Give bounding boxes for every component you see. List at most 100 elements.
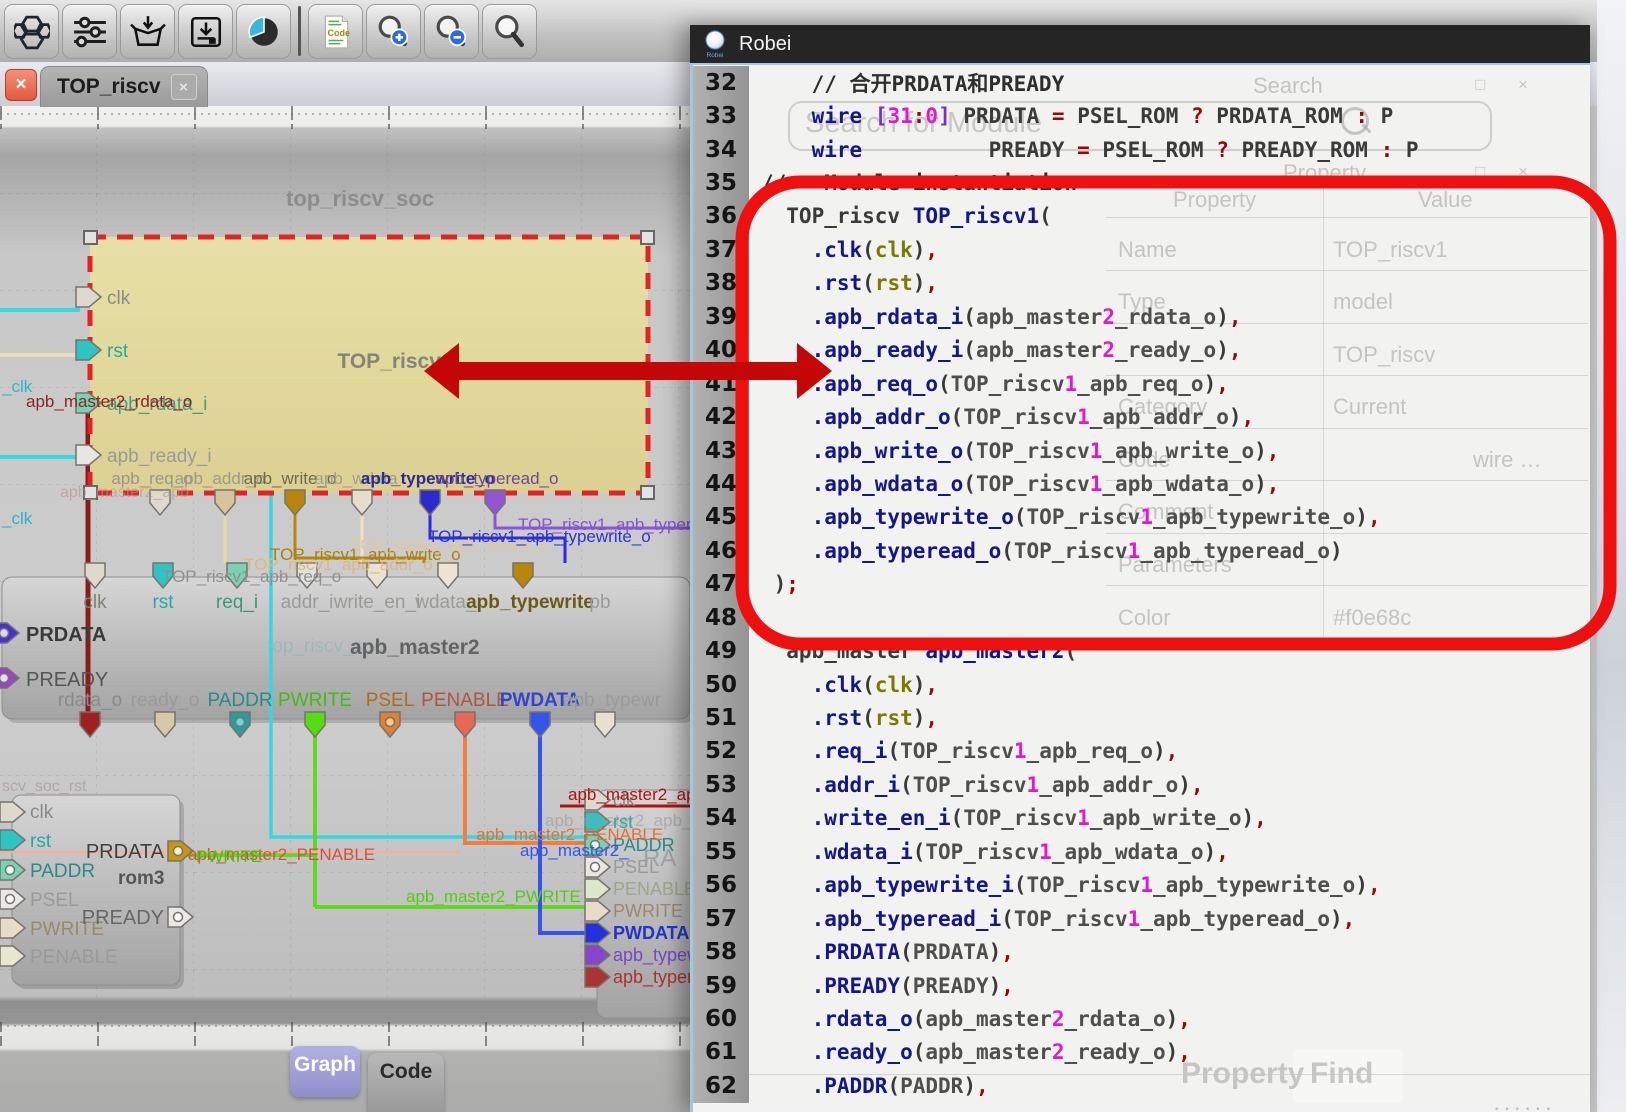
wire-label: apb_master2_PWRITE	[406, 887, 581, 906]
port-label: apb_typewr	[563, 690, 662, 711]
line-number: 59	[693, 969, 749, 1002]
code-line[interactable]: 43 .apb_write_o(TOP_riscv1_apb_write_o),	[693, 434, 1590, 467]
line-number: 55	[693, 835, 749, 868]
tab-top-riscv[interactable]: TOP_riscv ×	[40, 66, 208, 107]
code-line[interactable]: 53 .addr_i(TOP_riscv1_apb_addr_o),	[693, 768, 1590, 801]
zoom-out-button[interactable]	[424, 4, 479, 59]
code-editor[interactable]: Search □ × Search for Module Property □ …	[690, 63, 1590, 1112]
line-number: 44	[693, 467, 749, 500]
code-line[interactable]: 49 apb_master apb_master2(	[693, 634, 1590, 667]
settings-sliders-icon	[72, 14, 108, 50]
code-line[interactable]: 47 );	[693, 568, 1590, 601]
code-line[interactable]: 52 .req_i(TOP_riscv1_apb_req_o),	[693, 735, 1590, 768]
code-line[interactable]: 42 .apb_addr_o(TOP_riscv1_apb_addr_o),	[693, 400, 1590, 433]
code-line[interactable]: 38 .rst(rst),	[693, 267, 1590, 300]
code-line[interactable]: 55 .wdata_i(TOP_riscv1_apb_wdata_o),	[693, 835, 1590, 868]
line-number: 62	[693, 1069, 749, 1102]
modules-grid-button[interactable]	[4, 4, 59, 59]
code-line[interactable]: 33 wire [31:0] PRDATA = PSEL_ROM ? PRDAT…	[693, 99, 1590, 132]
line-number: 45	[693, 501, 749, 534]
code-line[interactable]: 50 .clk(clk),	[693, 668, 1590, 701]
save-icon	[188, 14, 224, 50]
code-view-button[interactable]: Code	[368, 1053, 444, 1112]
code-line[interactable]: 44 .apb_wdata_o(TOP_riscv1_apb_wdata_o),	[693, 467, 1590, 500]
zoom-pointer-button[interactable]	[482, 4, 537, 59]
port-label: apb_typeread_o	[436, 469, 559, 488]
desktop-wallpaper	[1597, 0, 1626, 1112]
svg-text:Robei: Robei	[707, 52, 724, 59]
wire-label: TOP_riscv1_apb_typer	[518, 515, 690, 534]
line-number: 57	[693, 902, 749, 935]
port-label: PSEL	[30, 890, 79, 911]
block-top-riscv1-name: TOP_riscv1	[337, 350, 453, 373]
port-label: clk	[30, 802, 54, 823]
ghost-label: scv_soc_rst	[2, 778, 87, 795]
design-canvas[interactable]: top_riscv_soc top_riscv_soc apb_master2 …	[0, 0, 690, 1112]
line-number: 33	[693, 99, 749, 132]
code-lines[interactable]: 32 // 合开PRDATA和PREADY33 wire [31:0] PRDA…	[693, 66, 1590, 1103]
code-line[interactable]: 51 .rst(rst),	[693, 701, 1590, 734]
graph-view-button[interactable]: Graph	[290, 1046, 360, 1097]
line-number: 60	[693, 1002, 749, 1035]
line-number: 49	[693, 634, 749, 667]
code-line[interactable]: 45 .apb_typewrite_o(TOP_riscv1_apb_typew…	[693, 501, 1590, 534]
save-button[interactable]	[178, 4, 233, 59]
port-label: PENABLE	[30, 947, 118, 968]
port-label: PSEL	[613, 857, 659, 877]
code-line[interactable]: 59 .PREADY(PREADY),	[693, 969, 1590, 1002]
ruler-top	[0, 105, 690, 129]
code-line[interactable]: 39 .apb_rdata_i(apb_master2_rdata_o),	[693, 300, 1590, 333]
code-line[interactable]: 34 wire PREADY = PSEL_ROM ? PREADY_ROM :…	[693, 133, 1590, 166]
port-label: rst	[152, 592, 174, 613]
port-label: write_en_i	[333, 592, 421, 613]
line-number: 51	[693, 701, 749, 734]
port-label: addr_i	[281, 592, 334, 613]
code-line[interactable]: 37 .clk(clk),	[693, 233, 1590, 266]
code-window-titlebar[interactable]: Robei Robei	[690, 25, 1590, 63]
line-number: 38	[693, 267, 749, 300]
zoom-out-icon	[434, 14, 470, 50]
port-label: rst	[107, 341, 129, 362]
port-label: ready_o	[131, 690, 200, 711]
code-line[interactable]: 41 .apb_req_o(TOP_riscv1_apb_req_o),	[693, 367, 1590, 400]
settings-button[interactable]	[62, 4, 117, 59]
magnifier-icon	[492, 14, 528, 50]
code-window-title: Robei	[739, 33, 791, 56]
close-all-tabs-button[interactable]: ×	[5, 69, 37, 101]
code-line[interactable]: 46 .apb_typeread_o(TOP_riscv1_apb_typere…	[693, 534, 1590, 567]
wire-label: apb_master2_apb_ty	[568, 785, 690, 804]
import-package-button[interactable]	[120, 4, 175, 59]
wire-label: _clk	[1, 377, 33, 396]
line-number: 41	[693, 367, 749, 400]
line-number: 35	[693, 166, 749, 199]
code-line[interactable]: 35// Module instantiation	[693, 166, 1590, 199]
code-line[interactable]: 48	[693, 601, 1590, 634]
ruler-bottom	[0, 1022, 690, 1046]
code-line[interactable]: 61 .ready_o(apb_master2_ready_o),	[693, 1036, 1590, 1069]
code-line[interactable]: 40 .apb_ready_i(apb_master2_ready_o),	[693, 334, 1590, 367]
wire-label: _clk	[1, 509, 33, 528]
code-line[interactable]: 62 .PADDR(PADDR),	[693, 1069, 1590, 1102]
code-line[interactable]: 54 .write_en_i(TOP_riscv1_apb_write_o),	[693, 802, 1590, 835]
port-label: PADDR	[30, 861, 95, 882]
port-label: PREADY	[26, 669, 108, 691]
port-label: PWRITE	[613, 901, 683, 921]
line-number: 32	[693, 66, 749, 99]
line-number: 34	[693, 133, 749, 166]
zoom-in-button[interactable]	[366, 4, 421, 59]
svg-text:Code: Code	[327, 28, 350, 38]
code-line[interactable]: 57 .apb_typeread_i(TOP_riscv1_apb_typere…	[693, 902, 1590, 935]
code-line[interactable]: 56 .apb_typewrite_i(TOP_riscv1_apb_typew…	[693, 869, 1590, 902]
code-line[interactable]: 32 // 合开PRDATA和PREADY	[693, 66, 1590, 99]
modules-grid-icon	[14, 14, 50, 50]
wire-label: PWRITE	[196, 847, 262, 866]
code-line[interactable]: 60 .rdata_o(apb_master2_rdata_o),	[693, 1002, 1590, 1035]
package-icon	[130, 14, 166, 50]
code-line[interactable]: 36 TOP_riscv TOP_riscv1(	[693, 200, 1590, 233]
code-line[interactable]: 58 .PRDATA(PRDATA),	[693, 935, 1590, 968]
analyze-button[interactable]	[236, 4, 291, 59]
generate-code-button[interactable]: Code	[308, 4, 363, 59]
tab-close-icon[interactable]: ×	[171, 74, 197, 100]
line-number: 52	[693, 735, 749, 768]
line-number: 39	[693, 300, 749, 333]
